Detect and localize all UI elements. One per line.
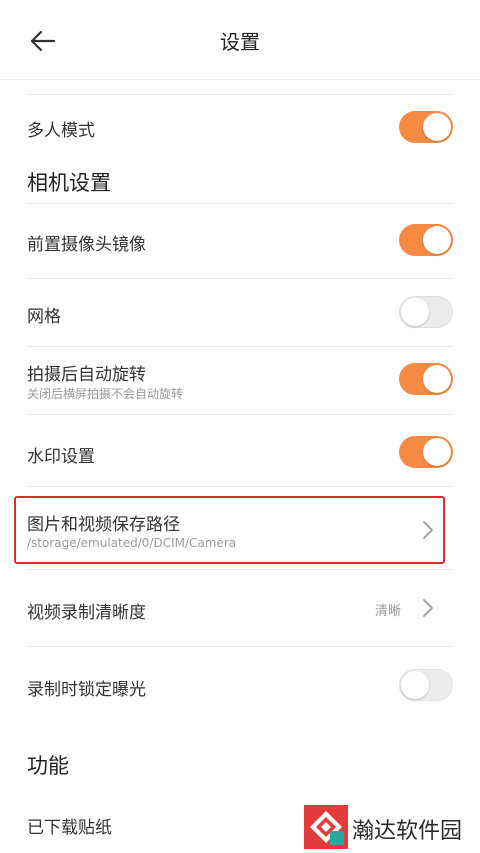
front-mirror-toggle[interactable] [399,224,453,256]
video-quality-row[interactable]: 视频录制清晰度 清晰 [0,576,480,640]
downloaded-stickers-label: 已下载贴纸 [27,818,112,838]
toggle-knob [423,113,451,141]
watermark-row[interactable]: 水印设置 [0,420,480,482]
highlight-box [14,496,445,564]
header-divider [0,79,480,80]
multi-user-toggle[interactable] [399,111,453,143]
header: 设置 [0,0,480,80]
lock-exposure-row[interactable]: 录制时锁定曝光 [0,654,480,718]
brand-text: 瀚达软件园 [352,819,463,844]
multi-user-label: 多人模式 [27,121,95,141]
toggle-knob [423,226,451,254]
video-quality-value: 清晰 [375,604,402,619]
auto-rotate-row[interactable]: 拍摄后自动旋转 关闭后横屏拍摄不会自动旋转 [0,350,480,412]
front-mirror-row[interactable]: 前置摄像头镜像 [0,210,480,270]
grid-label: 网格 [27,307,61,327]
toggle-knob [423,438,451,466]
toggle-knob [401,671,429,699]
chevron-right-icon [423,599,433,617]
divider [27,646,453,647]
divider [27,569,453,570]
watermark-label: 水印设置 [27,447,95,467]
watermark-toggle[interactable] [399,436,453,468]
function-section-title: 功能 [27,754,69,778]
auto-rotate-subtitle: 关闭后横屏拍摄不会自动旋转 [27,387,184,401]
divider [27,486,453,487]
downloaded-stickers-row[interactable]: 已下载贴纸 [0,805,300,845]
auto-rotate-toggle[interactable] [399,363,453,395]
toggle-knob [423,365,451,393]
toggle-knob [401,298,429,326]
divider [27,94,453,95]
lock-exposure-toggle[interactable] [399,669,453,701]
settings-screen: 设置 多人模式 相机设置 前置摄像头镜像 网格 拍摄后自动旋转 关闭后横屏拍摄不… [0,0,480,853]
lock-exposure-label: 录制时锁定曝光 [27,680,146,700]
grid-row[interactable]: 网格 [0,282,480,342]
divider [27,414,453,415]
video-quality-label: 视频录制清晰度 [27,603,146,623]
multi-user-row[interactable]: 多人模式 [0,100,480,156]
auto-rotate-label: 拍摄后自动旋转 [27,365,146,385]
grid-toggle[interactable] [399,296,453,328]
brand-logo-icon [304,805,348,849]
camera-section-title: 相机设置 [27,171,111,195]
front-mirror-label: 前置摄像头镜像 [27,235,146,255]
divider [27,346,453,347]
divider [27,203,453,204]
page-title: 设置 [220,30,260,54]
divider [27,278,453,279]
